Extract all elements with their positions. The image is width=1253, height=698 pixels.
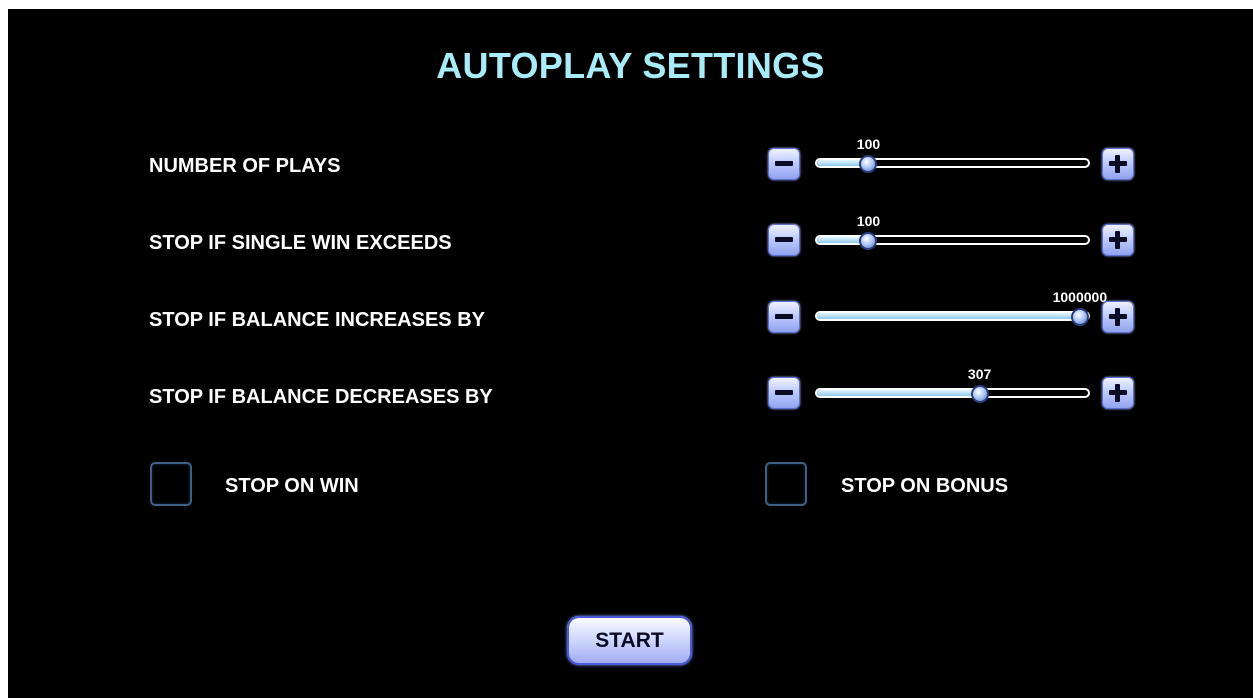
start-button[interactable]: START bbox=[567, 616, 692, 665]
balance-increases-slider[interactable]: 1000000 bbox=[815, 289, 1107, 326]
stop-on-win-label: STOP ON WIN bbox=[225, 475, 359, 497]
page-title: AUTOPLAY SETTINGS bbox=[436, 45, 825, 86]
single-win-exceeds-slider[interactable]: 100 bbox=[815, 213, 1090, 250]
balance-increases-decrease-button[interactable] bbox=[768, 301, 800, 333]
balance-increases-increase-button[interactable] bbox=[1102, 301, 1134, 333]
number-of-plays-decrease-button[interactable] bbox=[768, 148, 800, 180]
stop-on-win-checkbox[interactable] bbox=[150, 462, 192, 506]
minus-icon bbox=[775, 314, 793, 319]
balance-increases-label: STOP IF BALANCE INCREASES BY bbox=[149, 309, 485, 331]
number-of-plays-slider[interactable]: 100 bbox=[815, 136, 1090, 173]
slider-knob[interactable] bbox=[970, 385, 989, 403]
slider-knob[interactable] bbox=[859, 232, 878, 250]
single-win-exceeds-decrease-button[interactable] bbox=[768, 224, 800, 256]
stop-on-bonus-checkbox[interactable] bbox=[765, 462, 807, 506]
autoplay-settings-panel: AUTOPLAY SETTINGS NUMBER OF PLAYS 100 ST… bbox=[8, 9, 1253, 698]
number-of-plays-increase-button[interactable] bbox=[1102, 148, 1134, 180]
single-win-exceeds-increase-button[interactable] bbox=[1102, 224, 1134, 256]
slider-fill bbox=[817, 390, 980, 396]
balance-decreases-value: 307 bbox=[967, 366, 992, 382]
balance-decreases-decrease-button[interactable] bbox=[768, 377, 800, 409]
single-win-exceeds-value: 100 bbox=[856, 213, 881, 229]
balance-increases-value: 1000000 bbox=[1052, 289, 1108, 305]
slider-knob[interactable] bbox=[859, 155, 878, 173]
slider-fill bbox=[817, 313, 1080, 319]
minus-icon bbox=[775, 161, 793, 166]
slider-knob[interactable] bbox=[1070, 308, 1089, 326]
minus-icon bbox=[775, 390, 793, 395]
balance-decreases-increase-button[interactable] bbox=[1102, 377, 1134, 409]
balance-decreases-slider[interactable]: 307 bbox=[815, 366, 1090, 403]
balance-decreases-label: STOP IF BALANCE DECREASES BY bbox=[149, 386, 493, 408]
number-of-plays-label: NUMBER OF PLAYS bbox=[149, 155, 341, 177]
stop-on-bonus-label: STOP ON BONUS bbox=[841, 475, 1009, 497]
minus-icon bbox=[775, 237, 793, 242]
single-win-exceeds-label: STOP IF SINGLE WIN EXCEEDS bbox=[149, 232, 452, 254]
number-of-plays-value: 100 bbox=[856, 136, 881, 152]
